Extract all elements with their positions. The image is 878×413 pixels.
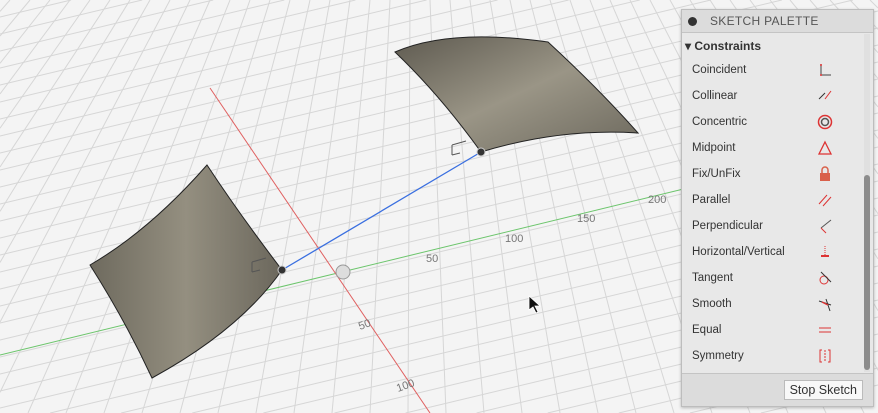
palette-title: SKETCH PALETTE: [710, 14, 819, 28]
grid-line: [0, 0, 427, 103]
symmetry-icon: [819, 349, 831, 363]
concentric-icon: [817, 114, 833, 130]
constraint-label: Coincident: [692, 64, 747, 76]
grid-line: [255, 0, 331, 413]
constraint-label: Midpoint: [692, 142, 736, 154]
constraint-item-midpoint[interactable]: Midpoint: [682, 135, 873, 161]
constraint-item-coincident[interactable]: Coincident: [682, 57, 873, 83]
midpoint-icon: [817, 140, 833, 155]
constraint-item-concentric[interactable]: Concentric: [682, 109, 873, 135]
constraint-label: Concentric: [692, 116, 747, 128]
axis-label: 200: [648, 194, 666, 206]
constraint-label: Collinear: [692, 90, 738, 102]
mouse-cursor-icon: [528, 295, 542, 314]
grid-line: [869, 0, 878, 9]
coincident-icon: [820, 64, 831, 76]
constraint-item-smooth[interactable]: Smooth: [682, 291, 873, 317]
constraint-label: Horizontal/Vertical: [692, 246, 785, 258]
grid-line: [0, 0, 285, 69]
grid-line: [0, 0, 143, 35]
perpendicular-icon: [820, 219, 832, 234]
axis-label: 100: [395, 377, 416, 395]
section-label: Constraints: [694, 39, 762, 53]
collinear-icon: [818, 90, 832, 100]
constraint-label: Symmetry: [692, 350, 744, 362]
constraints-section-header[interactable]: ▾ Constraints: [682, 33, 873, 57]
grid-line: [293, 0, 351, 413]
constraint-label: Smooth: [692, 298, 732, 310]
coincident-glyph-icon: [451, 140, 467, 156]
palette-footer: Stop Sketch: [682, 373, 873, 406]
grid-line: [0, 0, 72, 18]
palette-header[interactable]: SKETCH PALETTE: [682, 10, 873, 33]
collapse-icon[interactable]: [688, 16, 697, 26]
origin-icon[interactable]: [335, 264, 351, 280]
lock-icon: [820, 166, 830, 181]
equal-icon: [819, 327, 831, 333]
grid-line: [0, 0, 782, 188]
constraint-item-parallel[interactable]: Parallel: [682, 187, 873, 213]
constraint-item-tangent[interactable]: Tangent: [682, 265, 873, 291]
grid-line: [0, 0, 11, 12]
constraint-label: Perpendicular: [692, 220, 763, 232]
constraint-item-fix-unfix[interactable]: Fix/UnFix: [682, 161, 873, 187]
axis-label: 150: [577, 213, 595, 225]
constraint-item-equal[interactable]: Equal: [682, 317, 873, 343]
constraint-item-horizontal-vertical[interactable]: Horizontal/Vertical: [682, 239, 873, 265]
constraint-label: Fix/UnFix: [692, 168, 741, 180]
grid-line: [0, 0, 51, 64]
horizontal-vertical-icon: [821, 246, 829, 257]
constraint-label: Equal: [692, 324, 722, 336]
grid-line: [0, 0, 214, 52]
axis-label: 100: [505, 233, 523, 245]
grid-line: [0, 0, 131, 212]
sketch-point[interactable]: [277, 265, 287, 275]
tangent-icon: [819, 271, 832, 285]
sketch-point[interactable]: [476, 147, 486, 157]
constraint-item-collinear[interactable]: Collinear: [682, 83, 873, 109]
smooth-icon: [818, 298, 832, 312]
constraint-item-symmetry[interactable]: Symmetry: [682, 343, 873, 369]
stop-sketch-button[interactable]: Stop Sketch: [783, 380, 863, 400]
constraint-label: Tangent: [692, 272, 733, 284]
grid-line: [331, 0, 371, 413]
grid-line: [0, 0, 111, 168]
constraint-label: Parallel: [692, 194, 731, 206]
sketch-palette: SKETCH PALETTE ▾ Constraints Coincident C…: [681, 9, 874, 407]
scrollbar-thumb[interactable]: [864, 175, 870, 370]
grid-line: [0, 0, 151, 263]
constraint-item-perpendicular[interactable]: Perpendicular: [682, 213, 873, 239]
parallel-icon: [818, 194, 832, 207]
axis-label: 50: [426, 253, 438, 265]
